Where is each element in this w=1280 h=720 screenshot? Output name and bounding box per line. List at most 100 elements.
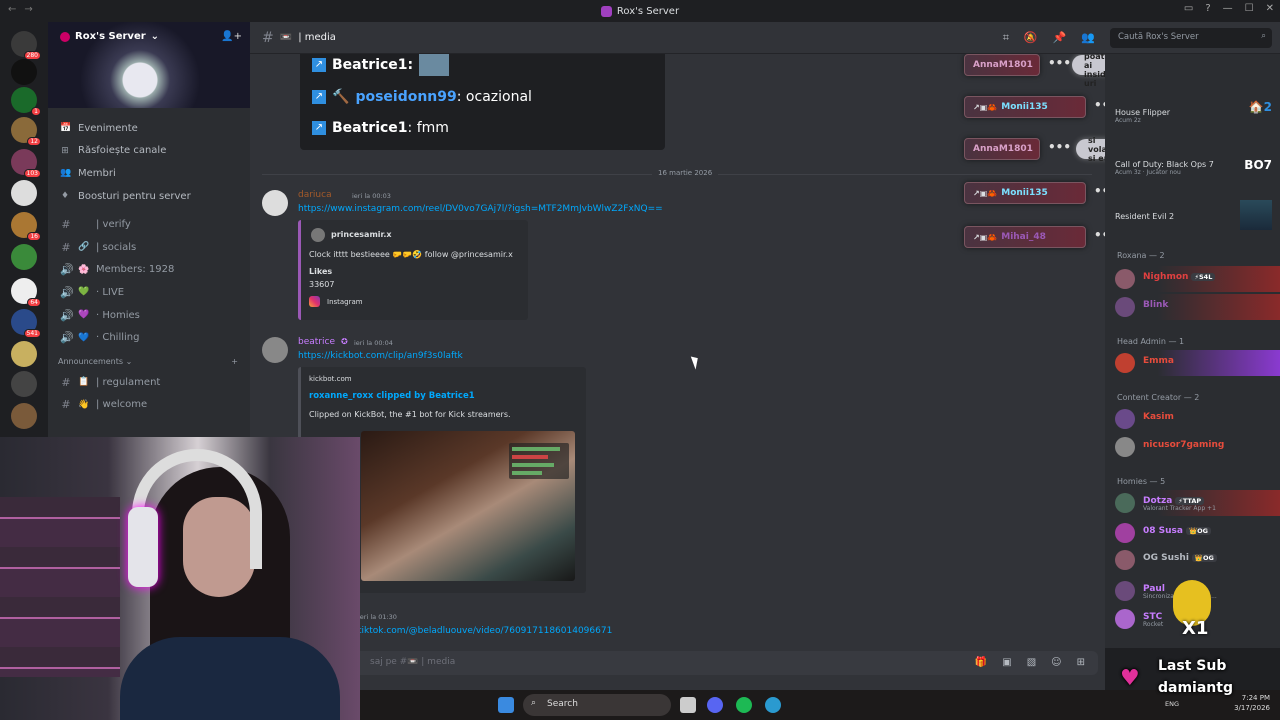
channel-item[interactable]: 🔊 💙 · Chilling: [48, 326, 250, 349]
embed-author[interactable]: princesamir.x: [331, 230, 392, 239]
server-icon[interactable]: 280: [11, 31, 41, 60]
channel-emoji-icon: 💚: [78, 287, 90, 298]
channel-item[interactable]: 🔊 💜 · Homies: [48, 304, 250, 327]
server-icon[interactable]: 541: [11, 309, 41, 338]
start-icon[interactable]: [498, 697, 514, 713]
activity-house-flipper[interactable]: House Flipper Acum 2z: [1115, 108, 1170, 124]
member-row[interactable]: 08 Susa 👑OG: [1105, 520, 1280, 546]
member-group-header: Roxana — 2: [1117, 251, 1165, 260]
channel-name: | media: [298, 32, 336, 43]
emoji-icon[interactable]: ☺: [1051, 657, 1061, 668]
maximize-button[interactable]: ☐: [1245, 3, 1254, 14]
server-icon[interactable]: 16: [11, 212, 41, 241]
activity-resident-evil[interactable]: Resident Evil 2: [1115, 212, 1174, 221]
server-icon: [60, 31, 70, 42]
gif-icon[interactable]: ▣: [1002, 657, 1011, 668]
server-icon[interactable]: [11, 59, 37, 85]
activity-black-ops[interactable]: Call of Duty: Black Ops 7 Acum 3z · Jucăt…: [1115, 160, 1214, 176]
invite-icon[interactable]: 👤+: [221, 31, 242, 42]
gift-icon[interactable]: 🎁: [975, 657, 987, 668]
menu-item[interactable]: 📅 Evenimente: [48, 117, 250, 140]
channel-name: | verify: [96, 219, 131, 231]
server-icon[interactable]: 103: [11, 149, 41, 178]
embed-thumbnail[interactable]: [361, 431, 575, 581]
avatar[interactable]: [262, 190, 288, 216]
avatar: [1115, 269, 1135, 289]
unread-badge: 1: [31, 107, 41, 116]
server-icon[interactable]: [11, 244, 37, 270]
edge-icon[interactable]: [765, 697, 781, 713]
member-list-icon[interactable]: 👥: [1081, 31, 1095, 45]
server-banner[interactable]: Rox's Server ⌄ 👤+: [48, 22, 250, 108]
unread-badge: 541: [23, 329, 41, 338]
file-explorer-icon[interactable]: [680, 697, 696, 713]
close-button[interactable]: ✕: [1266, 3, 1274, 14]
channel-name: | regulament: [96, 376, 161, 388]
avatar[interactable]: [262, 337, 288, 363]
message-link[interactable]: tiktok.com/@beladluouve/video/7609171186…: [358, 626, 612, 636]
calendar-icon: 📅: [60, 123, 72, 134]
window-controls[interactable]: ▭ ? — ☐ ✕: [1184, 3, 1274, 14]
apps-icon[interactable]: ⊞: [1077, 657, 1085, 668]
add-channel-icon[interactable]: +: [231, 357, 238, 366]
member-row[interactable]: Nighmon ⚡S4L: [1105, 266, 1280, 292]
embed-field-name: Likes: [309, 267, 333, 276]
server-name[interactable]: Rox's Server ⌄: [60, 31, 159, 42]
channel-item[interactable]: 🔊 🌸 Members: 1928: [48, 259, 250, 282]
member-status: Rocket: [1143, 621, 1164, 628]
member-group-title: Roxana — 2: [1117, 251, 1165, 260]
username[interactable]: dariuca: [298, 190, 332, 200]
language-indicator[interactable]: ENG: [1165, 700, 1179, 708]
menu-item[interactable]: ⊞ Răsfoiește canale: [48, 140, 250, 163]
search-input[interactable]: Caută Rox's Server ⌕: [1110, 28, 1272, 48]
channel-item[interactable]: # 👋 | welcome: [48, 394, 250, 417]
discord-icon[interactable]: [707, 697, 723, 713]
server-icon[interactable]: 64: [11, 278, 41, 307]
category-announcements[interactable]: Announcements ⌄ +: [48, 353, 250, 371]
sticker-icon[interactable]: ▧: [1027, 657, 1036, 668]
menu-item[interactable]: 👥 Membri: [48, 162, 250, 185]
voice-icon: 🔊: [60, 308, 74, 322]
nav-arrows[interactable]: ←→: [8, 4, 41, 15]
avatar: [1115, 581, 1135, 601]
server-icon[interactable]: [11, 180, 37, 206]
inbox-icon[interactable]: ▭: [1184, 3, 1193, 14]
help-icon[interactable]: ?: [1205, 3, 1210, 14]
server-icon[interactable]: 1: [11, 87, 41, 116]
webcam-overlay: [0, 437, 360, 720]
embed-title[interactable]: roxanne_roxx clipped by Beatrice1: [309, 391, 475, 401]
server-icon[interactable]: 12: [11, 117, 41, 146]
member-row[interactable]: OG Sushi 👑OG: [1105, 547, 1280, 573]
member-name: Kasim: [1143, 412, 1174, 422]
floating-username: AnnaM1801: [973, 60, 1033, 70]
member-name-wrap: OG Sushi 👑OG: [1143, 553, 1217, 563]
member-row[interactable]: Blink: [1105, 294, 1280, 320]
username[interactable]: beatrice: [298, 337, 335, 347]
message-input[interactable]: saj pe #📼 | media: [262, 651, 1098, 675]
minimize-button[interactable]: —: [1223, 3, 1233, 14]
member-name-wrap: Nighmon ⚡S4L: [1143, 272, 1216, 282]
server-icon[interactable]: [11, 403, 37, 429]
member-list: House Flipper Acum 2z 🏠2 Call of Duty: Bl…: [1105, 54, 1280, 648]
menu-item[interactable]: ♦ Boosturi pentru server: [48, 185, 250, 208]
pin-icon[interactable]: 📌: [1053, 31, 1067, 45]
taskbar-search[interactable]: ⌕ Search: [523, 694, 671, 716]
threads-icon[interactable]: ⌗: [1003, 31, 1009, 45]
user-icon: ↗: [312, 121, 326, 135]
member-row[interactable]: Emma: [1105, 350, 1280, 376]
member-row[interactable]: Kasim: [1105, 406, 1280, 432]
member-row[interactable]: Dotza ⚡TTAP Valorant Tracker App +1: [1105, 490, 1280, 516]
channel-item[interactable]: # 📋 | regulament: [48, 371, 250, 394]
message-link[interactable]: https://www.instagram.com/reel/DV0vo7GAj…: [298, 204, 663, 214]
channel-item[interactable]: 🔊 💚 · LIVE: [48, 281, 250, 304]
spotify-icon[interactable]: [736, 697, 752, 713]
avatar: [1115, 523, 1135, 543]
channel-item[interactable]: # 🔗 | socials: [48, 236, 250, 259]
channel-item[interactable]: # | verify: [48, 213, 250, 236]
server-icon[interactable]: [11, 341, 37, 367]
avatar: [1115, 353, 1135, 373]
member-row[interactable]: nicusor7gaming: [1105, 434, 1280, 460]
notifications-icon[interactable]: 🔕: [1024, 31, 1038, 45]
server-icon[interactable]: [11, 371, 37, 397]
message-link[interactable]: https://kickbot.com/clip/an9f3s0laftk: [298, 351, 463, 361]
